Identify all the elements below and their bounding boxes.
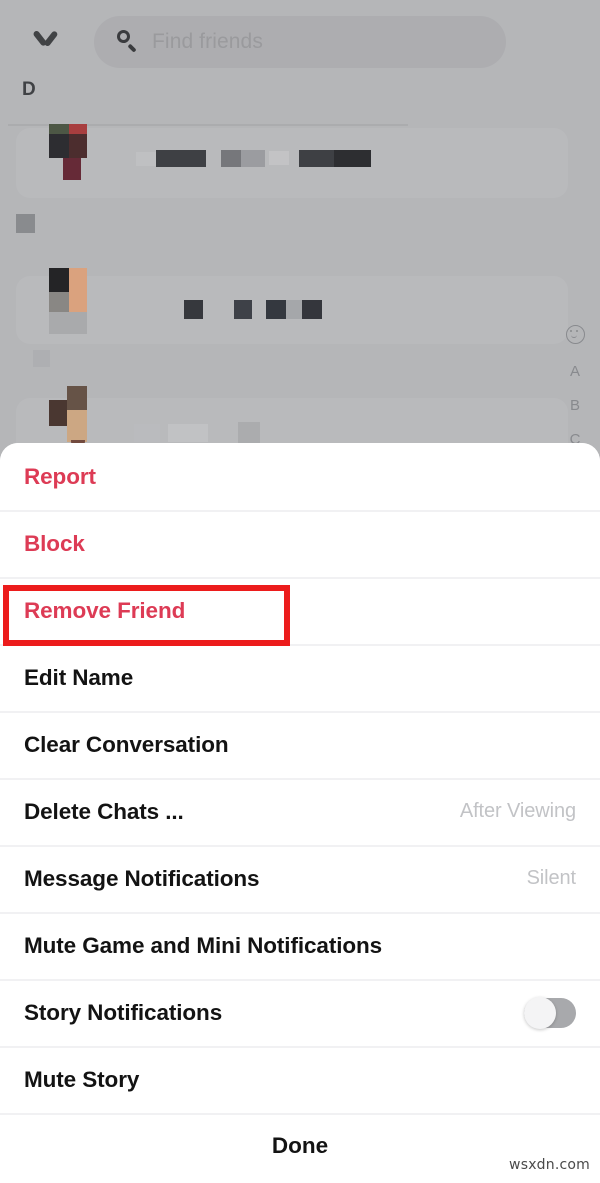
menu-item-block[interactable]: Block — [0, 510, 600, 577]
list-item[interactable] — [16, 268, 568, 344]
toggle-knob — [524, 996, 556, 1029]
menu-item-label: Edit Name — [24, 664, 134, 690]
avatar — [49, 124, 87, 182]
menu-item-story-notifications[interactable]: Story Notifications — [0, 979, 600, 1046]
menu-item-message-notifications[interactable]: Message Notifications Silent — [0, 845, 600, 912]
menu-item-label: Message Notifications — [24, 865, 260, 891]
menu-item-value: After Viewing — [459, 800, 576, 822]
story-notifications-toggle[interactable] — [524, 996, 576, 1029]
menu-item-label: Story Notifications — [24, 999, 223, 1025]
list-badge — [33, 350, 50, 367]
menu-item-report[interactable]: Report — [0, 443, 600, 510]
chevron-down-icon[interactable] — [30, 28, 62, 50]
index-letter-a[interactable]: A — [570, 364, 580, 379]
menu-item-label: Mute Game and Mini Notifications — [24, 932, 383, 958]
section-header-letter: D — [22, 79, 37, 100]
menu-item-mute-game-and-mini-notifications[interactable]: Mute Game and Mini Notifications — [0, 912, 600, 979]
app-top-bar: Find friends — [0, 0, 600, 70]
index-letter-b[interactable]: B — [570, 398, 580, 413]
menu-item-remove-friend[interactable]: Remove Friend — [0, 577, 600, 644]
menu-item-label: Remove Friend — [24, 597, 186, 623]
list-item[interactable] — [16, 124, 568, 198]
search-icon — [116, 30, 140, 54]
avatar — [49, 268, 87, 334]
avatar — [49, 386, 87, 448]
action-sheet: Report Block Remove Friend Edit Name Cle… — [0, 443, 600, 1183]
done-button-label: Done — [271, 1133, 329, 1158]
menu-item-delete-chats[interactable]: Delete Chats ... After Viewing — [0, 778, 600, 845]
menu-item-label: Mute Story — [24, 1066, 140, 1092]
screenshot-root: Find friends D A B C Report Block Remove… — [0, 0, 600, 1183]
menu-item-edit-name[interactable]: Edit Name — [0, 644, 600, 711]
menu-item-label: Report — [24, 463, 96, 489]
list-badge — [16, 214, 35, 233]
menu-item-label: Delete Chats ... — [24, 798, 184, 824]
menu-item-mute-story[interactable]: Mute Story — [0, 1046, 600, 1113]
watermark: wsxdn.com — [509, 1157, 590, 1173]
menu-item-clear-conversation[interactable]: Clear Conversation — [0, 711, 600, 778]
menu-item-label: Block — [24, 530, 85, 556]
background-app: Find friends D A B C — [0, 0, 600, 470]
menu-item-label: Clear Conversation — [24, 731, 229, 757]
smiley-icon[interactable] — [565, 325, 585, 344]
search-placeholder: Find friends — [152, 30, 263, 53]
menu-item-value: Silent — [526, 867, 577, 889]
search-input[interactable]: Find friends — [94, 16, 506, 68]
